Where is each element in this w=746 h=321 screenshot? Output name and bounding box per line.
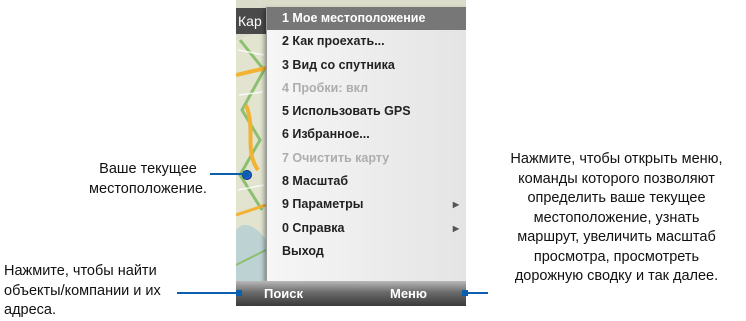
menu-item-label: 2 Как проехать...	[282, 34, 385, 49]
menu-item[interactable]: 6 Избранное...	[267, 123, 466, 146]
caption-line: объекты/компании и их	[4, 282, 161, 299]
menu-item-label: 6 Избранное...	[282, 127, 370, 142]
caption-line: определить ваше текущее	[527, 190, 706, 206]
caption-line: местоположение.	[89, 180, 207, 197]
caption-line: адреса.	[4, 302, 56, 318]
menu-item-label: 7 Очистить карту	[282, 150, 390, 165]
menu-item-label: 4 Пробки: вкл	[282, 80, 369, 95]
menu-item[interactable]: 5 Использовать GPS	[267, 100, 466, 123]
menu-item-label: 5 Использовать GPS	[282, 104, 411, 119]
caption-line: дорожную сводку и так далее.	[514, 268, 719, 284]
caption-line: местоположение, узнать	[533, 209, 700, 226]
menu-item[interactable]: 0 Справка ▶	[267, 217, 466, 240]
menu-item: 4 Пробки: вкл	[267, 77, 466, 100]
menu-item-label: 9 Параметры	[282, 197, 364, 212]
menu-caption: Нажмите, чтобы открыть меню, команды кот…	[489, 150, 744, 287]
menu-item-label: 1 Мое местоположение	[282, 11, 426, 25]
caption-line: Ваше текущее	[99, 161, 197, 177]
caption-line: Нажмите, чтобы найти	[4, 263, 157, 279]
menu-softkey[interactable]: Меню	[390, 281, 427, 306]
search-caption: Нажмите, чтобы найти объекты/компании и …	[4, 262, 161, 321]
submenu-arrow-icon: ▶	[452, 200, 459, 210]
menu-item-label: 3 Вид со спутника	[282, 57, 395, 72]
menu-item[interactable]: 9 Параметры ▶	[267, 193, 466, 216]
caption-line: Нажмите, чтобы открыть меню,	[510, 151, 723, 167]
menu-item[interactable]: 8 Масштаб	[267, 170, 466, 193]
menu-item[interactable]: 1 Мое местоположение	[267, 7, 466, 31]
device-screen: Кар 1 Мое местоположение 2 Как проехать..…	[236, 0, 466, 306]
menu-item-label: 0 Справка	[282, 220, 345, 235]
submenu-arrow-icon: ▶	[452, 223, 459, 233]
menu-item-label: 8 Масштаб	[282, 174, 349, 189]
menu-item[interactable]: Выход	[267, 240, 466, 263]
caption-line: просмотра, просмотреть	[533, 248, 700, 265]
location-marker-icon	[242, 170, 252, 180]
app-menu: 1 Мое местоположение 2 Как проехать... 3 В…	[266, 7, 466, 281]
location-caption: Ваше текущее местоположение.	[63, 160, 233, 199]
caption-line: команды которого позволяют	[518, 170, 715, 187]
menu-item-label: Выход	[282, 243, 324, 258]
softkey-bar: Поиск Меню	[236, 281, 466, 306]
menu-item: 7 Очистить карту	[267, 147, 466, 170]
menu-item[interactable]: 3 Вид со спутника	[267, 54, 466, 77]
menu-item[interactable]: 2 Как проехать...	[267, 30, 466, 53]
search-softkey[interactable]: Поиск	[264, 281, 303, 306]
caption-line: маршрут, увеличить масштаб	[517, 229, 716, 245]
